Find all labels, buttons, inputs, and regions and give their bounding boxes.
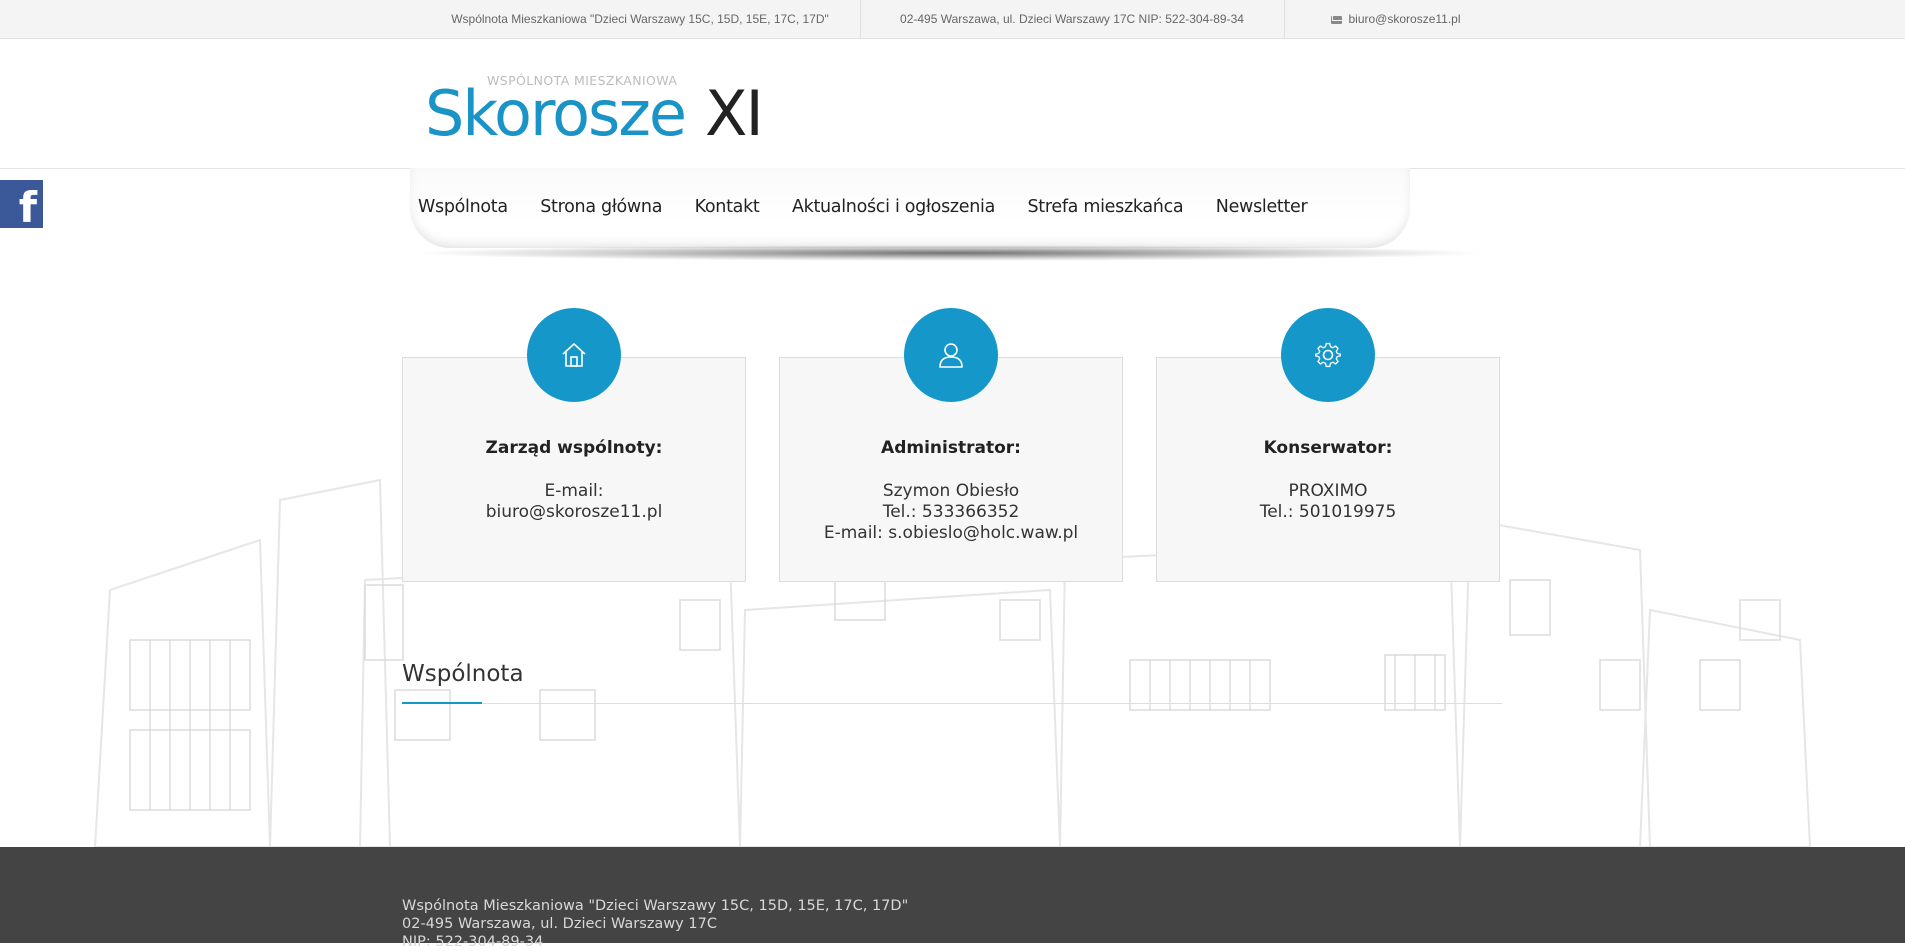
card-line: PROXIMO	[1288, 481, 1368, 501]
site-header: WSPÓLNOTA MIESZKANIOWA Skorosze XI	[0, 39, 1905, 169]
card-administrator: Administrator: Szymon Obiesło Tel.: 5333…	[779, 308, 1123, 582]
card-icon-circle	[1281, 308, 1375, 402]
nav-item-newsletter[interactable]: Newsletter	[1216, 197, 1308, 217]
home-icon	[562, 343, 586, 367]
divider	[1284, 0, 1285, 38]
logo-title-main: Skorosze	[425, 77, 687, 150]
card-konserwator: Konserwator: PROXIMO Tel.: 501019975	[1156, 308, 1500, 582]
card-icon-circle	[527, 308, 621, 402]
site-logo[interactable]: WSPÓLNOTA MIESZKANIOWA Skorosze XI	[425, 73, 805, 149]
nav-shadow	[410, 245, 1490, 261]
user-icon	[939, 343, 963, 368]
card-details: PROXIMO Tel.: 501019975	[1157, 481, 1499, 523]
top-info-bar: Wspólnota Mieszkaniowa "Dzieci Warszawy …	[0, 0, 1905, 39]
card-title: Administrator:	[881, 438, 1021, 458]
card-title: Zarząd wspólnoty:	[485, 438, 663, 458]
nav-item-strefa-mieszkanca[interactable]: Strefa mieszkańca	[1027, 197, 1183, 217]
nav-menu: Wspólnota Strona główna Kontakt Aktualno…	[418, 197, 1335, 217]
card-phone: Tel.: 501019975	[1259, 502, 1397, 522]
card-line: E-mail:	[544, 481, 604, 501]
nav-item-aktualnosci[interactable]: Aktualności i ogłoszenia	[792, 197, 995, 217]
contact-email-text[interactable]: biuro@skorosze11.pl	[1348, 12, 1460, 26]
community-name: Wspólnota Mieszkaniowa "Dzieci Warszawy …	[451, 12, 829, 26]
section-title: Wspólnota	[402, 661, 524, 687]
section-divider-accent	[402, 702, 482, 704]
facebook-icon: f	[18, 183, 37, 228]
community-address: 02-495 Warszawa, ul. Dzieci Warszawy 17C…	[900, 12, 1244, 26]
nav-item-kontakt[interactable]: Kontakt	[695, 197, 760, 217]
footer-line: 02-495 Warszawa, ul. Dzieci Warszawy 17C	[402, 916, 717, 932]
site-footer: Wspólnota Mieszkaniowa "Dzieci Warszawy …	[0, 847, 1905, 950]
card-icon-circle	[904, 308, 998, 402]
card-phone: Tel.: 533366352	[882, 502, 1020, 522]
card-line: Szymon Obiesło	[882, 481, 1020, 501]
footer-line: NIP: 522-304-89-34	[402, 934, 544, 950]
gear-icon	[1315, 342, 1341, 368]
card-email[interactable]: E-mail: s.obieslo@holc.waw.pl	[780, 523, 1122, 544]
card-details: Szymon Obiesło Tel.: 533366352 E-mail: s…	[780, 481, 1122, 544]
divider	[860, 0, 861, 38]
logo-title-suffix: XI	[705, 77, 764, 150]
footer-line: Wspólnota Mieszkaniowa "Dzieci Warszawy …	[402, 898, 909, 914]
card-title: Konserwator:	[1263, 438, 1393, 458]
envelope-icon	[1331, 15, 1343, 24]
section-divider	[402, 703, 1502, 704]
card-details: E-mail: biuro@skorosze11.pl	[403, 481, 745, 523]
nav-item-strona-glowna[interactable]: Strona główna	[540, 197, 662, 217]
nav-item-wspolnota[interactable]: Wspólnota	[418, 197, 508, 217]
card-zarzad: Zarząd wspólnoty: E-mail: biuro@skorosze…	[402, 308, 746, 582]
card-email[interactable]: biuro@skorosze11.pl	[403, 502, 745, 523]
logo-title: Skorosze XI	[425, 77, 764, 150]
contact-email[interactable]: biuro@skorosze11.pl	[1286, 0, 1506, 38]
main-nav: Wspólnota Strona główna Kontakt Aktualno…	[410, 168, 1490, 263]
facebook-button[interactable]: f	[0, 180, 43, 228]
